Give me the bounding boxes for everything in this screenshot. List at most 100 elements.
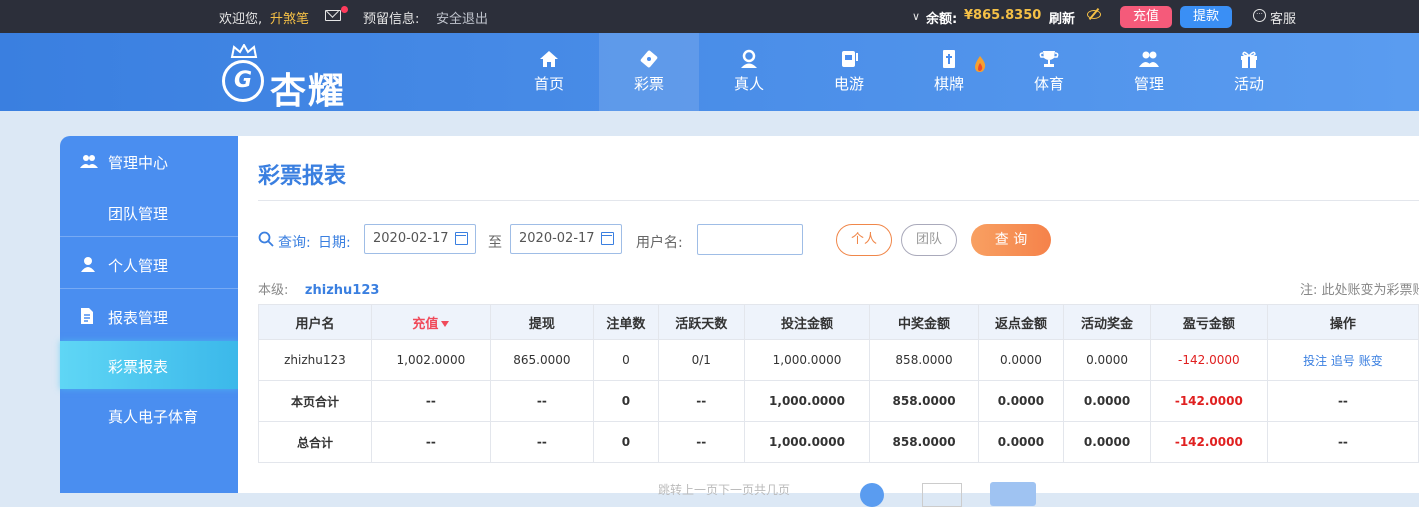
sort-desc-icon [441, 321, 450, 327]
level-label: 本级: [258, 283, 289, 298]
nav-label: 真人 [733, 75, 764, 93]
withdraw-button[interactable]: 提款 [1180, 6, 1232, 28]
calendar-icon[interactable] [455, 232, 468, 245]
username-input[interactable] [697, 224, 803, 255]
query-button[interactable]: 查 询 [971, 224, 1051, 256]
table-row-grand-total: 总合计 -- -- 0 -- 1,000.0000 858.0000 0.000… [258, 421, 1419, 463]
cell-username: zhizhu123 [258, 339, 372, 381]
cell-label: 总合计 [258, 421, 372, 463]
cell-label: 本页合计 [258, 380, 372, 422]
sidebar-item-reports[interactable]: 报表管理 [60, 307, 238, 331]
mahjong-icon [943, 50, 955, 68]
cell-win-amount: 858.0000 [869, 339, 979, 381]
col-recharge-sortable[interactable]: 充值 [370, 304, 491, 340]
col-withdraw: 提现 [489, 304, 594, 340]
cell-withdraw: -- [489, 380, 594, 422]
logout-link[interactable]: 安全退出 [436, 8, 488, 27]
current-page-indicator[interactable] [860, 483, 884, 507]
page-jump-input[interactable] [922, 483, 962, 507]
cell-activity-bonus: 0.0000 [1063, 380, 1151, 422]
hot-fire-icon [975, 56, 986, 72]
cell-win-amount: 858.0000 [869, 380, 979, 422]
crown-icon [230, 44, 258, 58]
logo-text: 杏耀 [270, 71, 347, 112]
sidebar-item-label: 团队管理 [108, 205, 169, 223]
row-action-links[interactable]: 投注 追号 账变 [1266, 339, 1419, 381]
cell-bet-amount: 1,000.0000 [743, 380, 871, 422]
person-icon [741, 49, 757, 68]
hide-balance-icon[interactable] [1087, 10, 1101, 19]
cell-profit-loss: -142.0000 [1149, 380, 1268, 422]
sidebar-item-personal[interactable]: 个人管理 [60, 255, 238, 279]
nav-label: 活动 [1233, 75, 1264, 93]
cell-bet-amount: 1,000.0000 [743, 421, 871, 463]
level-info: 本级: zhizhu123 [258, 279, 379, 298]
brand-logo[interactable]: G 杏耀 [220, 40, 370, 112]
balance-value: ¥865.8350 [964, 8, 1042, 23]
nav-activity[interactable]: 活动 [1199, 33, 1299, 111]
cell-withdraw: -- [489, 421, 594, 463]
users-icon [1139, 51, 1159, 67]
cell-rebate-amount: 0.0000 [977, 421, 1065, 463]
divider [258, 200, 1419, 201]
nav-label: 首页 [533, 75, 564, 93]
sidebar-item-label: 真人电子体育 [108, 408, 199, 426]
cell-bet-count: 0 [592, 421, 659, 463]
nav-sports[interactable]: 体育 [999, 33, 1099, 111]
nav-home[interactable]: 首页 [499, 33, 599, 111]
sidebar-item-label: 个人管理 [108, 257, 169, 275]
team-filter-button[interactable]: 团队 [901, 224, 957, 256]
mail-icon[interactable] [325, 10, 341, 21]
date-label: 日期: [318, 235, 351, 251]
cell-actions: -- [1266, 380, 1419, 422]
logo-emblem: G [222, 60, 264, 102]
refresh-link[interactable]: 刷新 [1049, 8, 1075, 27]
sidebar-item-management-center[interactable]: 管理中心 [60, 152, 238, 176]
sidebar-item-live-electronic-sports[interactable]: 真人电子体育 [60, 406, 238, 430]
reserve-info-label: 预留信息: [363, 12, 420, 27]
ticket-icon [640, 50, 658, 68]
chat-icon[interactable]: ··· [1253, 9, 1266, 22]
level-username[interactable]: zhizhu123 [305, 283, 380, 298]
cell-profit-loss: -142.0000 [1149, 339, 1268, 381]
date-to-input[interactable]: 2020-02-17 [510, 224, 622, 254]
note-text: 注: 此处账变为彩票账 [1300, 283, 1419, 298]
cell-recharge: 1,002.0000 [370, 339, 491, 381]
cell-activity-bonus: 0.0000 [1063, 339, 1151, 381]
main-panel: 彩票报表 查询: 日期: 2020-02-17 至 2020-02-17 用户名… [238, 136, 1419, 507]
sidebar-item-label: 管理中心 [108, 154, 169, 172]
query-label: 查询: [278, 235, 311, 251]
col-win-amount: 中奖金额 [869, 304, 979, 340]
username: 升煞笔 [270, 12, 310, 27]
sidebar: 管理中心 团队管理 个人管理 报表管理 彩票报表 真人电子体育 [60, 136, 238, 493]
col-rebate-amount: 返点金额 [977, 304, 1065, 340]
cell-win-amount: 858.0000 [869, 421, 979, 463]
table-header-row: 用户名 充值 提现 注单数 活跃天数 投注金额 中奖金额 返点金额 活动奖金 盈… [258, 304, 1419, 340]
nav-live[interactable]: 真人 [699, 33, 799, 111]
calendar-icon[interactable] [601, 232, 614, 245]
col-actions: 操作 [1266, 304, 1419, 340]
person-filter-button[interactable]: 个人 [836, 224, 892, 256]
cell-recharge: -- [370, 421, 491, 463]
page-go-button[interactable] [990, 482, 1036, 506]
chevron-down-icon[interactable]: ∨ [912, 10, 920, 23]
nav-slots[interactable]: 电游 [799, 33, 899, 111]
home-icon [540, 51, 558, 67]
report-table: 用户名 充值 提现 注单数 活跃天数 投注金额 中奖金额 返点金额 活动奖金 盈… [258, 304, 1419, 463]
username-label: 用户名: [636, 235, 683, 251]
nav-lottery[interactable]: 彩票 [599, 33, 699, 111]
person-icon [81, 257, 95, 272]
nav-manage[interactable]: 管理 [1099, 33, 1199, 111]
sidebar-item-team[interactable]: 团队管理 [60, 203, 238, 227]
table-row-page-total: 本页合计 -- -- 0 -- 1,000.0000 858.0000 0.00… [258, 380, 1419, 422]
recharge-button[interactable]: 充值 [1120, 6, 1172, 28]
cell-activity-bonus: 0.0000 [1063, 421, 1151, 463]
cell-profit-loss: -142.0000 [1149, 421, 1268, 463]
users-icon [80, 155, 98, 168]
trophy-icon [1039, 51, 1059, 67]
divider [60, 288, 238, 289]
customer-service-link[interactable]: 客服 [1270, 8, 1296, 27]
date-from-input[interactable]: 2020-02-17 [364, 224, 476, 254]
nav-label: 电游 [833, 75, 864, 93]
sidebar-item-lottery-report[interactable]: 彩票报表 [60, 356, 238, 380]
